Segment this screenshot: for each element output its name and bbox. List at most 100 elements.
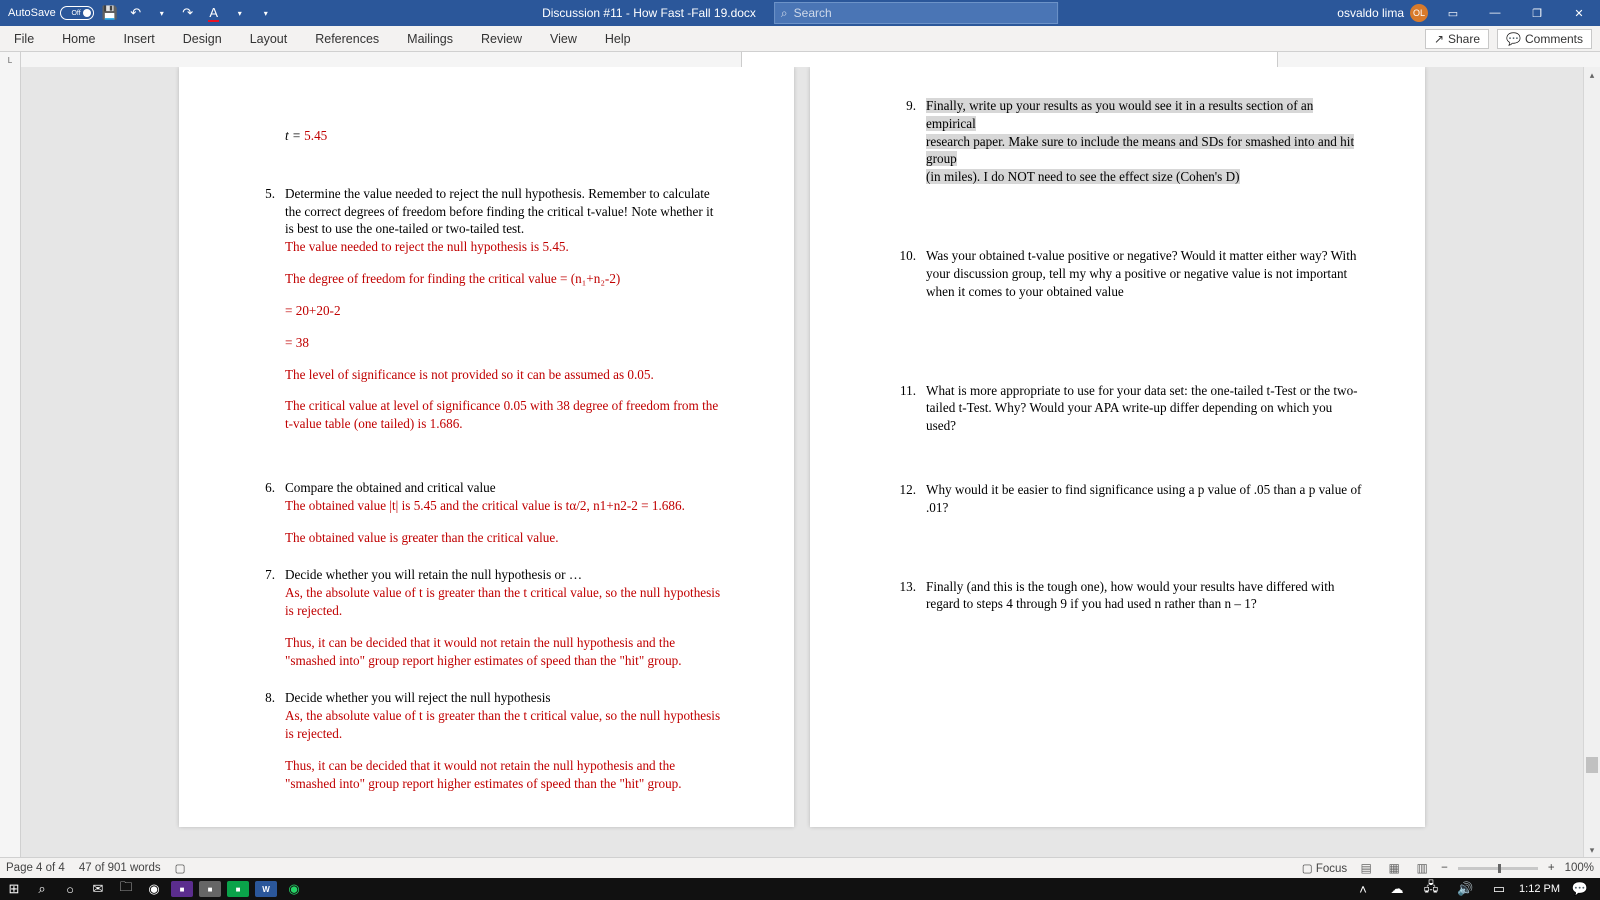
autosave-state: Off xyxy=(71,10,80,17)
focus-label: Focus xyxy=(1316,863,1347,875)
word-count[interactable]: 47 of 901 words xyxy=(79,862,161,874)
chrome-icon[interactable]: ◉ xyxy=(140,878,168,900)
selected-text[interactable]: Finally, write up your results as you wo… xyxy=(926,98,1313,131)
zoom-slider[interactable] xyxy=(1458,867,1538,870)
list-item-13: 13. Finally (and this is the tough one),… xyxy=(890,578,1365,614)
onedrive-icon[interactable]: ☁ xyxy=(1383,878,1411,900)
tab-file[interactable]: File xyxy=(0,26,48,51)
windows-taskbar: ⊞ ⌕ ○ ✉ 🗀 ◉ ■ ■ ■ W ◉ ˄ ☁ 🖧 🔊 ▭ 1:12 PM … xyxy=(0,878,1600,900)
print-layout-icon[interactable]: ▦ xyxy=(1385,860,1403,876)
font-color-dropdown-icon[interactable]: ▾ xyxy=(230,3,250,23)
scroll-up-icon[interactable]: ▴ xyxy=(1584,67,1600,83)
tab-design[interactable]: Design xyxy=(169,26,236,51)
list-item-12: 12. Why would it be easier to find signi… xyxy=(890,481,1365,517)
scroll-thumb[interactable] xyxy=(1586,757,1598,773)
list-item-7: 7. Decide whether you will retain the nu… xyxy=(249,566,724,669)
vertical-scrollbar[interactable]: ▴ ▾ xyxy=(1583,67,1600,858)
item-question: Determine the value needed to reject the… xyxy=(285,185,724,238)
item-number: 9. xyxy=(890,97,926,186)
maximize-icon[interactable]: ❐ xyxy=(1520,0,1554,26)
clock[interactable]: 1:12 PM xyxy=(1519,883,1560,895)
undo-icon[interactable]: ↶ xyxy=(126,3,146,23)
notifications-icon[interactable]: 💬 xyxy=(1566,878,1594,900)
web-layout-icon[interactable]: ▥ xyxy=(1413,860,1431,876)
qat-customize-icon[interactable]: ▾ xyxy=(256,3,276,23)
item-question: Finally (and this is the tough one), how… xyxy=(926,578,1365,614)
status-right: ▢ Focus ▤ ▦ ▥ − + 100% xyxy=(1302,860,1594,876)
taskbar-app[interactable]: ■ xyxy=(168,878,196,900)
word-taskbar-icon[interactable]: W xyxy=(252,878,280,900)
read-mode-icon[interactable]: ▤ xyxy=(1357,860,1375,876)
item-question: Decide whether you will retain the null … xyxy=(285,566,724,584)
battery-icon[interactable]: ▭ xyxy=(1485,878,1513,900)
comments-button[interactable]: 💬 Comments xyxy=(1497,29,1592,49)
page-indicator[interactable]: Page 4 of 4 xyxy=(6,862,65,874)
autosave-toggle[interactable]: AutoSave Off xyxy=(8,6,94,20)
spellcheck-icon[interactable]: ▢ xyxy=(175,861,186,875)
volume-icon[interactable]: 🔊 xyxy=(1451,878,1479,900)
user-name: osvaldo lima xyxy=(1337,6,1404,20)
item-answer: The value needed to reject the null hypo… xyxy=(285,238,724,256)
page-3: t = 5.45 5. Determine the value needed t… xyxy=(179,67,794,827)
quick-access-toolbar: AutoSave Off 💾 ↶ ▾ ↷ A ▾ ▾ xyxy=(0,3,276,23)
file-explorer-icon[interactable]: 🗀 xyxy=(112,878,140,900)
selected-text[interactable]: research paper. Make sure to include the… xyxy=(926,134,1354,167)
taskbar-app[interactable]: ■ xyxy=(224,878,252,900)
user-account[interactable]: osvaldo lima OL xyxy=(1337,4,1428,22)
share-button[interactable]: ↗ Share xyxy=(1425,29,1489,49)
ribbon-display-icon[interactable]: ▭ xyxy=(1436,0,1470,26)
save-icon[interactable]: 💾 xyxy=(100,3,120,23)
tray-chevron-icon[interactable]: ˄ xyxy=(1349,878,1377,900)
tab-mailings[interactable]: Mailings xyxy=(393,26,467,51)
tab-review[interactable]: Review xyxy=(467,26,536,51)
ruler-corner[interactable]: L xyxy=(0,52,21,68)
scroll-down-icon[interactable]: ▾ xyxy=(1584,842,1600,858)
close-icon[interactable]: ✕ xyxy=(1562,0,1596,26)
zoom-level[interactable]: 100% xyxy=(1565,862,1594,874)
tab-insert[interactable]: Insert xyxy=(110,26,169,51)
item-answer: = 38 xyxy=(285,334,724,352)
pages-container: t = 5.45 5. Determine the value needed t… xyxy=(21,67,1583,827)
zoom-in-button[interactable]: + xyxy=(1548,862,1555,874)
whatsapp-icon[interactable]: ◉ xyxy=(280,878,308,900)
autosave-label: AutoSave xyxy=(8,7,56,19)
item-answer: Thus, it can be decided that it would no… xyxy=(285,634,724,670)
list-item-6: 6. Compare the obtained and critical val… xyxy=(249,479,724,546)
zoom-out-button[interactable]: − xyxy=(1441,862,1448,874)
font-color-icon[interactable]: A xyxy=(204,3,224,23)
mail-icon[interactable]: ✉ xyxy=(84,878,112,900)
zoom-knob[interactable] xyxy=(1498,864,1501,873)
vertical-ruler[interactable] xyxy=(0,67,21,858)
tab-home[interactable]: Home xyxy=(48,26,109,51)
list-item-11: 11. What is more appropriate to use for … xyxy=(890,382,1365,435)
item-number: 7. xyxy=(249,566,285,669)
item-number: 6. xyxy=(249,479,285,546)
item-question: Compare the obtained and critical value xyxy=(285,479,724,497)
search-icon[interactable]: ⌕ xyxy=(28,878,56,900)
selected-text[interactable]: (in miles). I do NOT need to see the eff… xyxy=(926,169,1240,184)
item-number: 10. xyxy=(890,247,926,300)
system-tray: ˄ ☁ 🖧 🔊 ▭ 1:12 PM 💬 xyxy=(1349,878,1600,900)
undo-dropdown-icon[interactable]: ▾ xyxy=(152,3,172,23)
horizontal-ruler[interactable] xyxy=(21,52,1600,68)
focus-mode-button[interactable]: ▢ Focus xyxy=(1302,861,1347,875)
search-box[interactable]: ⌕ Search xyxy=(774,2,1058,24)
redo-icon[interactable]: ↷ xyxy=(178,3,198,23)
cortana-icon[interactable]: ○ xyxy=(56,878,84,900)
minimize-icon[interactable]: — xyxy=(1478,0,1512,26)
tab-references[interactable]: References xyxy=(301,26,393,51)
item-number: 5. xyxy=(249,185,285,433)
item-answer: As, the absolute value of t is greater t… xyxy=(285,584,724,620)
tab-help[interactable]: Help xyxy=(591,26,645,51)
start-icon[interactable]: ⊞ xyxy=(0,878,28,900)
tab-view[interactable]: View xyxy=(536,26,591,51)
item-answer: The obtained value |t| is 5.45 and the c… xyxy=(285,497,724,515)
taskbar-app[interactable]: ■ xyxy=(196,878,224,900)
list-item-10: 10. Was your obtained t-value positive o… xyxy=(890,247,1365,300)
list-item-8: 8. Decide whether you will reject the nu… xyxy=(249,689,724,792)
document-canvas[interactable]: t = 5.45 5. Determine the value needed t… xyxy=(21,67,1583,858)
network-icon[interactable]: 🖧 xyxy=(1417,878,1445,900)
item-answer: The obtained value is greater than the c… xyxy=(285,529,724,547)
toggle-switch[interactable]: Off xyxy=(60,6,94,20)
tab-layout[interactable]: Layout xyxy=(236,26,302,51)
